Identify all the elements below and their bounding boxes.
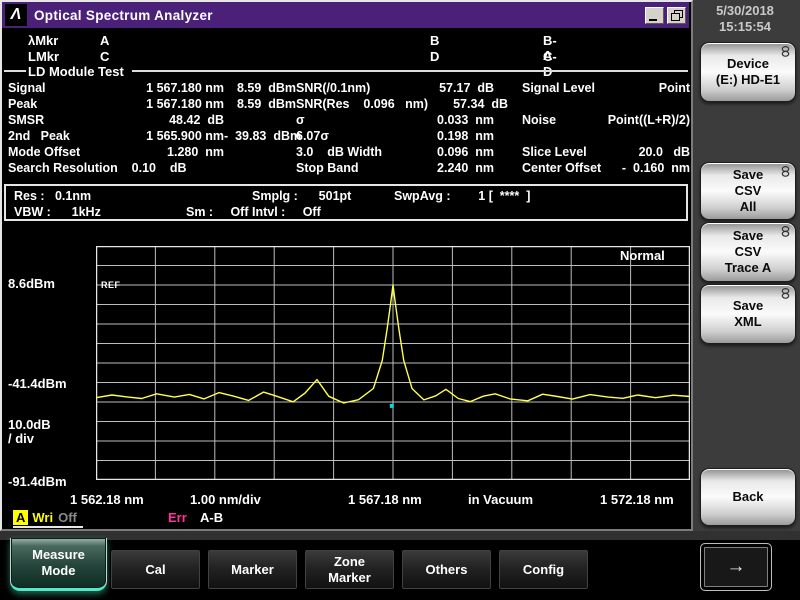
softkey-sheet-icon — [781, 46, 790, 57]
tab-config[interactable]: Config — [498, 549, 589, 590]
save-xml-button[interactable]: Save XML — [700, 284, 796, 344]
marker-d: D — [430, 49, 439, 64]
menu-next-page-button[interactable]: → — [700, 543, 772, 591]
softkey-sheet-icon — [781, 166, 790, 177]
x-axis-center-label: 1 567.18 nm — [348, 492, 422, 507]
save-csv-all-button[interactable]: Save CSV All — [700, 162, 796, 220]
ref-level-label: REF — [101, 280, 121, 290]
trace-off-label: Off — [58, 510, 77, 525]
smooth-setting: Sm : Off — [186, 204, 249, 220]
meas-row: SNR(Res 0.096 nm)57.34 dB — [296, 96, 494, 112]
meas-row: SNR(/0.1nm)57.17 dB — [296, 80, 494, 96]
softkey-sheet-icon — [781, 226, 790, 237]
save-csv-trace-a-button[interactable]: Save CSV Trace A — [700, 222, 796, 282]
arrow-right-icon: → — [727, 559, 746, 575]
meas-row: SMSR48.42 dB — [8, 112, 296, 128]
sampling-setting: Smplg : 501pt — [252, 188, 351, 204]
meas-row: Search Resolution 0.10 dB — [8, 160, 296, 176]
back-button[interactable]: Back — [700, 468, 796, 526]
y-axis-scale-label: 10.0dB — [8, 417, 51, 432]
title-bar: Λ Optical Spectrum Analyzer — [2, 2, 689, 28]
measurement-column-middle: SNR(/0.1nm)57.17 dB SNR(Res 0.096 nm)57.… — [296, 80, 494, 176]
meas-row: Signal1 567.180 nm8.59 dBm — [8, 80, 296, 96]
x-axis-medium-label: in Vacuum — [468, 492, 533, 507]
meas-row: Peak1 567.180 nm8.59 dBm — [8, 96, 296, 112]
marker-b: B — [430, 33, 439, 48]
analysis-mode-title: LD Module Test — [26, 64, 124, 79]
minimize-button[interactable] — [645, 7, 664, 24]
error-label: Err — [168, 510, 187, 525]
meas-row-noise: NoisePoint((L+R)/2) — [522, 112, 690, 128]
menu-bar-top-strip — [0, 531, 800, 540]
sweep-average-setting: SwpAvg : 1 [ **** ] — [394, 188, 530, 204]
separator-line — [4, 70, 26, 72]
meas-row-slice-level: Slice Level20.0 dB — [522, 144, 690, 160]
meas-row: Stop Band2.240 nm — [296, 160, 494, 176]
date-label: 5/30/2018 — [693, 3, 797, 19]
x-axis-stop-label: 1 572.18 nm — [600, 492, 674, 507]
meas-row-center-offset: Center Offset- 0.160 nm — [522, 160, 690, 176]
tab-zone-marker[interactable]: Zone Marker — [304, 549, 395, 590]
meas-row-signal-level: Signal LevelPoint — [522, 80, 690, 96]
tab-others[interactable]: Others — [401, 549, 492, 590]
meas-row: 3.0 dB Width0.096 nm — [296, 144, 494, 160]
tab-measure-mode[interactable]: Measure Mode — [10, 538, 107, 591]
restore-button[interactable] — [667, 7, 686, 24]
trace-status-row: A Wri Off Err A-B — [0, 510, 689, 528]
marker-c: C — [100, 49, 109, 64]
time-label: 15:15:54 — [693, 19, 797, 35]
anritsu-logo-icon: Λ — [5, 4, 27, 26]
y-axis-ref-label: 8.6dBm — [8, 276, 55, 291]
lambda-marker-label: λMkr — [28, 33, 58, 48]
softkey-sheet-icon — [781, 288, 790, 299]
resolution-setting: Res : 0.1nm — [14, 188, 91, 204]
vbw-setting: VBW : 1kHz — [14, 204, 101, 220]
sweep-settings-box: Res : 0.1nm Smplg : 501pt SwpAvg : 1 [ *… — [4, 184, 688, 221]
measurement-column-left: Signal1 567.180 nm8.59 dBm Peak1 567.180… — [8, 80, 296, 176]
tab-marker[interactable]: Marker — [207, 549, 298, 590]
interval-setting: Intvl : Off — [252, 204, 321, 220]
separator-line — [132, 70, 688, 72]
active-trace-status: A Wri Off — [13, 510, 83, 528]
minimize-icon — [649, 19, 657, 21]
x-axis-div-label: 1.00 nm/div — [190, 492, 261, 507]
meas-row: 6.07σ0.198 nm — [296, 128, 494, 144]
trace-mode-label: Normal — [620, 248, 665, 263]
tab-cal[interactable]: Cal — [110, 549, 201, 590]
spectrum-chart — [96, 246, 690, 480]
analysis-group-separator: LD Module Test — [4, 64, 688, 78]
meas-row: σ0.033 nm — [296, 112, 494, 128]
trace-a-badge: A — [13, 510, 28, 525]
restore-icon — [671, 13, 680, 21]
device-button[interactable]: Device (E:) HD-E1 — [700, 42, 796, 102]
y-axis-mid-label: -41.4dBm — [8, 376, 67, 391]
chart-gridlines — [96, 246, 690, 480]
noise-point-marker — [390, 404, 394, 408]
meas-row: Mode Offset1.280 nm — [8, 144, 296, 160]
y-axis-bottom-label: -91.4dBm — [8, 474, 67, 489]
level-marker-label: LMkr — [28, 49, 59, 64]
error-traces-label: A-B — [200, 510, 223, 525]
marker-a: A — [100, 33, 109, 48]
window-title: Optical Spectrum Analyzer — [34, 8, 213, 23]
trace-write-mode: Wri — [32, 510, 53, 525]
meas-row: 2nd Peak1 565.900 nm- 39.83 dBm — [8, 128, 296, 144]
datetime-display: 5/30/2018 15:15:54 — [693, 3, 797, 35]
y-axis-scale-unit: / div — [8, 431, 34, 446]
x-axis-start-label: 1 562.18 nm — [70, 492, 144, 507]
